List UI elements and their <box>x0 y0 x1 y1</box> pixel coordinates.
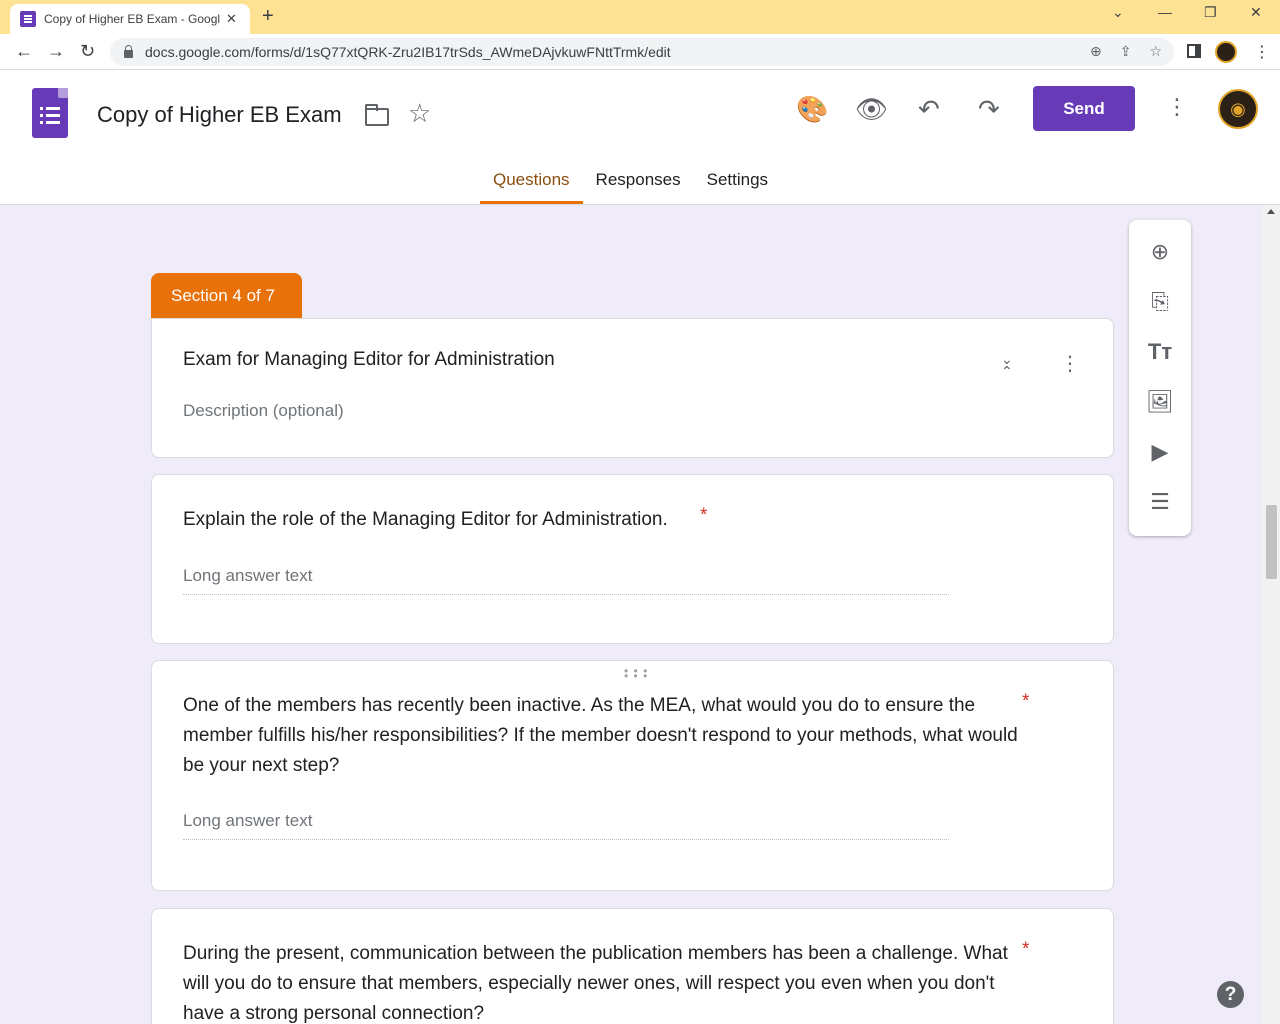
question-card[interactable]: Explain the role of the Managing Editor … <box>151 474 1114 644</box>
folder-icon[interactable] <box>365 104 389 126</box>
side-panel-icon[interactable] <box>1187 44 1201 58</box>
new-tab-button[interactable]: + <box>262 5 274 28</box>
browser-profile-avatar[interactable] <box>1215 41 1237 63</box>
send-button[interactable]: Send <box>1033 86 1135 131</box>
tab-responses[interactable]: Responses <box>583 170 694 204</box>
forms-header: Copy of Higher EB Exam ☆ 🎨 👁 ↶ ↷ Send ⋮ … <box>0 70 1280 205</box>
lock-icon[interactable] <box>124 45 133 58</box>
import-questions-icon[interactable]: ⎘ <box>1146 288 1174 316</box>
browser-tab[interactable]: Copy of Higher EB Exam - Google Forms ✕ <box>10 4 250 34</box>
collapse-section-icon[interactable]: ⌄ ⌃ <box>1001 352 1013 378</box>
address-bar-row: ← → ↻ docs.google.com/forms/d/1sQ77xtQRK… <box>0 34 1280 70</box>
add-video-icon[interactable]: ▶ <box>1146 438 1174 466</box>
url-bar[interactable]: docs.google.com/forms/d/1sQ77xtQRK-Zru2I… <box>110 38 1174 66</box>
add-section-icon[interactable]: ☰ <box>1146 488 1174 516</box>
required-asterisk: * <box>700 505 708 526</box>
minimize-button[interactable]: — <box>1158 4 1172 20</box>
section-more-icon[interactable]: ⋮ <box>1060 351 1080 376</box>
forms-favicon-icon <box>20 11 36 27</box>
bookmark-star-icon[interactable]: ☆ <box>1149 43 1162 60</box>
tab-title: Copy of Higher EB Exam - Google Forms <box>44 12 220 26</box>
section-title[interactable]: Exam for Managing Editor for Administrat… <box>183 349 555 371</box>
question-text[interactable]: Explain the role of the Managing Editor … <box>183 505 668 535</box>
restore-button[interactable]: ❐ <box>1204 4 1217 21</box>
tab-settings[interactable]: Settings <box>694 170 781 204</box>
palette-icon[interactable]: 🎨 <box>796 94 828 125</box>
help-button[interactable]: ? <box>1217 981 1244 1008</box>
scrollbar-thumb[interactable] <box>1266 505 1277 579</box>
form-tabs: Questions Responses Settings <box>480 170 781 204</box>
page-scrollbar[interactable] <box>1262 205 1280 1024</box>
chrome-menu-icon[interactable]: ⋮ <box>1254 42 1270 62</box>
star-icon[interactable]: ☆ <box>408 98 431 129</box>
required-asterisk: * <box>1022 691 1030 712</box>
long-answer-placeholder: Long answer text <box>183 566 949 595</box>
add-question-icon[interactable]: ⊕ <box>1146 238 1174 266</box>
add-image-icon[interactable]: 🖼 <box>1146 388 1174 416</box>
browser-tab-strip: Copy of Higher EB Exam - Google Forms ✕ … <box>0 0 1280 34</box>
section-description-input[interactable]: Description (optional) <box>183 401 344 421</box>
account-avatar[interactable]: ◉ <box>1218 89 1258 129</box>
add-title-icon[interactable]: Tт <box>1146 338 1174 366</box>
section-header-card[interactable]: Exam for Managing Editor for Administrat… <box>151 318 1114 458</box>
forward-button[interactable]: → <box>47 41 65 62</box>
scroll-up-arrow-icon[interactable] <box>1267 209 1275 214</box>
question-text[interactable]: One of the members has recently been ina… <box>183 691 1023 781</box>
drag-handle-icon[interactable]: • • • • • • <box>624 665 648 682</box>
section-label: Section 4 of 7 <box>151 273 302 319</box>
reload-button[interactable]: ↻ <box>80 41 95 62</box>
question-card[interactable]: • • • • • • One of the members has recent… <box>151 660 1114 891</box>
share-icon[interactable]: ⇪ <box>1120 43 1132 60</box>
required-asterisk: * <box>1022 939 1030 960</box>
question-text[interactable]: During the present, communication betwee… <box>183 939 1013 1024</box>
undo-icon[interactable]: ↶ <box>918 94 940 125</box>
close-tab-icon[interactable]: ✕ <box>226 11 237 27</box>
tab-questions[interactable]: Questions <box>480 170 583 204</box>
more-options-icon[interactable]: ⋮ <box>1166 94 1188 120</box>
close-window-button[interactable]: ✕ <box>1250 4 1262 21</box>
question-card[interactable]: During the present, communication betwee… <box>151 908 1114 1024</box>
preview-eye-icon[interactable]: 👁 <box>855 94 888 125</box>
redo-icon[interactable]: ↷ <box>978 94 1000 125</box>
tab-search-chevron-icon[interactable]: ⌄ <box>1112 4 1124 21</box>
side-toolbar: ⊕ ⎘ Tт 🖼 ▶ ☰ <box>1129 220 1191 536</box>
url-text[interactable]: docs.google.com/forms/d/1sQ77xtQRK-Zru2I… <box>145 44 671 60</box>
back-button[interactable]: ← <box>15 41 33 62</box>
zoom-icon[interactable]: ⊕ <box>1090 43 1102 60</box>
google-forms-logo-icon[interactable] <box>32 88 68 138</box>
form-title[interactable]: Copy of Higher EB Exam <box>97 102 342 128</box>
long-answer-placeholder: Long answer text <box>183 811 949 840</box>
